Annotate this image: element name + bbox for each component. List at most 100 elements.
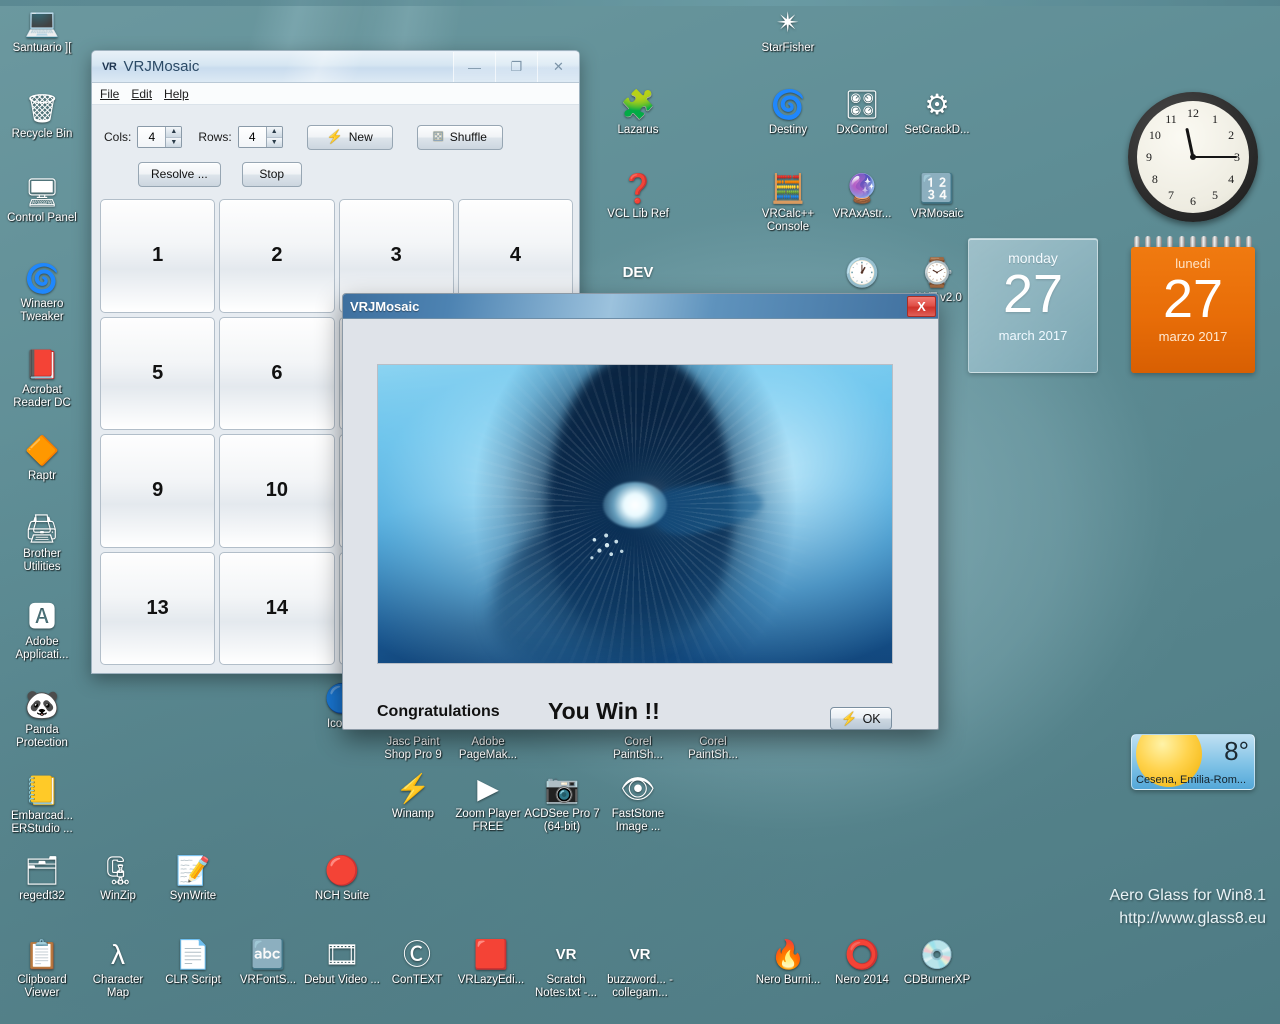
menu-item-help[interactable]: Help xyxy=(164,87,189,101)
mosaic-tile[interactable]: 6 xyxy=(219,316,335,430)
adobe-application-icon: 🅰 xyxy=(27,601,56,632)
desktop-icon-synwrite[interactable]: 📝 SynWrite xyxy=(155,854,231,903)
desktop-icon-vrmosaic[interactable]: 🔢 VRMosaic xyxy=(899,172,975,221)
ok-button[interactable]: ⚡ OK xyxy=(830,707,892,730)
clock-numeral: 5 xyxy=(1212,188,1218,203)
desktop-icon-clipboard-viewer[interactable]: 📋 Clipboard Viewer xyxy=(4,938,80,1000)
desktop-icon-dxcontrol[interactable]: 🎛 DxControl xyxy=(824,88,900,137)
desktop-icon-acrobat-reader-dc[interactable]: 📕 Acrobat Reader DC xyxy=(4,348,80,410)
desktop-icon-scratch-notes[interactable]: VR Scratch Notes.txt -... xyxy=(528,938,604,1000)
desktop-icon-recycle-bin[interactable]: 🗑 Recycle Bin xyxy=(4,92,80,141)
rows-increment-icon[interactable]: ▲ xyxy=(266,127,282,138)
maximize-button[interactable]: ❐ xyxy=(495,52,537,82)
rows-label: Rows: xyxy=(198,130,232,144)
winaero-tweaker-icon: 🌀 xyxy=(24,263,60,294)
desktop-icon-vrfonts[interactable]: 🔤 VRFontS... xyxy=(230,938,306,987)
desktop-icon-dev[interactable]: DEV xyxy=(600,256,676,292)
mosaic-tile[interactable]: 2 xyxy=(219,199,335,313)
rows-stepper[interactable]: 4 ▲ ▼ xyxy=(237,126,283,148)
cols-stepper[interactable]: 4 ▲ ▼ xyxy=(137,126,183,148)
desktop-icon-acdsee-pro-7[interactable]: 📷 ACDSee Pro 7 (64-bit) xyxy=(524,772,600,834)
watermark-line-1: Aero Glass for Win8.1 xyxy=(1109,887,1267,904)
desktop-icon-label: Adobe Applicati... xyxy=(15,636,69,661)
desktop-icon-brother-utilities[interactable]: 🖨 Brother Utilities xyxy=(4,512,80,574)
desktop-icon-clr-script[interactable]: 📄 CLR Script xyxy=(155,938,231,987)
desktop-icon-regedt32[interactable]: 🗂 regedt32 xyxy=(4,854,80,903)
shuffle-button[interactable]: ⚄ Shuffle xyxy=(416,124,503,150)
desktop-icon-vrlazyedit[interactable]: 🟥 VRLazyEdi... xyxy=(453,938,529,987)
desktop-icon-label: Scratch Notes.txt -... xyxy=(535,974,597,999)
menu-item-file[interactable]: File xyxy=(100,87,119,101)
resolve-button[interactable]: Resolve ... xyxy=(138,161,221,187)
desktop-icon-winzip[interactable]: 🗜 WinZip xyxy=(80,854,156,903)
mosaic-tile[interactable]: 10 xyxy=(219,434,335,548)
desktop-icon-winaero-tweaker[interactable]: 🌀 Winaero Tweaker xyxy=(4,262,80,324)
desktop-icon-buzzword-collegam[interactable]: VR buzzword... - collegam... xyxy=(602,938,678,1000)
desktop-icon-control-panel[interactable]: 🖥 Control Panel xyxy=(4,176,80,225)
desktop-icon-nero-burning[interactable]: 🔥 Nero Burni... xyxy=(750,938,826,987)
desktop-icon-debut-video[interactable]: 🎞 Debut Video ... xyxy=(304,938,380,987)
desktop-icon-panda-protection[interactable]: 🐼 Panda Protection xyxy=(4,688,80,750)
desktop-icon-destiny[interactable]: 🌀 Destiny xyxy=(750,88,826,137)
close-button[interactable]: ✕ xyxy=(537,52,579,82)
vcl-lib-ref-icon: ❓ xyxy=(620,173,656,204)
nero-2014-icon: ⭕ xyxy=(844,939,880,970)
dialog-title-bar[interactable]: VRJMosaic X xyxy=(343,294,938,319)
mosaic-tile[interactable]: 1 xyxy=(100,199,216,313)
desktop-icon-vraxastro[interactable]: 🔮 VRAxAstr... xyxy=(824,172,900,221)
desktop-icon-starfisher[interactable]: ✴ StarFisher xyxy=(750,6,826,55)
desktop-icon-label: VRMosaic xyxy=(910,208,964,220)
winamp-icon: ⚡ xyxy=(395,773,431,804)
clr-script-icon: 📄 xyxy=(175,939,211,970)
desktop-icon-label: Recycle Bin xyxy=(11,128,73,140)
mosaic-tile[interactable]: 14 xyxy=(219,551,335,665)
menu-bar[interactable]: File Edit Help xyxy=(92,83,579,105)
santuario-icon: 💻 xyxy=(24,7,60,38)
rows-value[interactable]: 4 xyxy=(238,127,266,147)
desktop-icon-setcrackd[interactable]: ⚙ SetCrackD... xyxy=(899,88,975,137)
cols-increment-icon[interactable]: ▲ xyxy=(166,127,182,138)
stop-button[interactable]: Stop xyxy=(241,161,302,187)
mosaic-tile[interactable]: 13 xyxy=(100,551,216,665)
weather-temperature: 8° xyxy=(1224,736,1249,766)
desktop-icon-cdburnerxp[interactable]: 💿 CDBurnerXP xyxy=(899,938,975,987)
win-dialog[interactable]: VRJMosaic X Congratulations You Win !! ⚡… xyxy=(342,293,939,730)
mosaic-tile[interactable]: 9 xyxy=(100,434,216,548)
cols-decrement-icon[interactable]: ▼ xyxy=(166,137,182,147)
desktop-icon-character-map[interactable]: λ Character Map xyxy=(80,938,156,1000)
new-button[interactable]: ⚡ New xyxy=(306,124,393,150)
faststone-image-icon: 👁 xyxy=(620,773,656,804)
desktop-icon-embarcadero-erstudio[interactable]: 📒 Embarcad... ERStudio ... xyxy=(4,774,80,836)
desktop-icon-nero-2014[interactable]: ⭕ Nero 2014 xyxy=(824,938,900,987)
desktop-icon-zoom-player-free[interactable]: ▶ Zoom Player FREE xyxy=(450,772,526,834)
desktop-icon-context[interactable]: Ⓒ ConTEXT xyxy=(379,938,455,987)
window-title-bar[interactable]: VR VRJMosaic — ❐ ✕ xyxy=(92,51,579,83)
control-panel-icon: 🖥 xyxy=(24,177,60,208)
desktop-icon-vcl-lib-ref[interactable]: ❓ VCL Lib Ref xyxy=(600,172,676,221)
menu-item-edit[interactable]: Edit xyxy=(131,87,152,101)
desktop-icon-nch-suite[interactable]: 🔴 NCH Suite xyxy=(304,854,380,903)
mosaic-tile[interactable]: 5 xyxy=(100,316,216,430)
rows-decrement-icon[interactable]: ▼ xyxy=(266,137,282,147)
minimize-button[interactable]: — xyxy=(453,52,495,82)
desktop-icon-winamp[interactable]: ⚡ Winamp xyxy=(375,772,451,821)
dialog-close-button[interactable]: X xyxy=(907,296,936,317)
analog-clock-gadget[interactable]: 12 1 2 3 4 5 6 7 8 9 10 11 xyxy=(1128,92,1258,222)
acdsee-pro-7-icon: 📷 xyxy=(544,773,580,804)
cols-value[interactable]: 4 xyxy=(138,127,166,147)
dice-icon: ⚄ xyxy=(432,129,444,144)
desktop-icon-label: DxControl xyxy=(836,124,888,136)
desktop-icon-clock-app[interactable]: 🕐 xyxy=(824,256,900,292)
desktop-icon-vrcalc-console[interactable]: 🧮 VRCalc++ Console xyxy=(750,172,826,234)
desktop-icon-adobe-application[interactable]: 🅰 Adobe Applicati... xyxy=(4,600,80,662)
desktop-icon-lazarus[interactable]: 🧩 Lazarus xyxy=(600,88,676,137)
weather-gadget[interactable]: 8° Cesena, Emilia-Rom... xyxy=(1131,734,1255,790)
lazarus-icon: 🧩 xyxy=(620,89,656,120)
calendar-gadget-italian[interactable]: lunedì 27 marzo 2017 xyxy=(1131,247,1255,373)
regedt32-icon: 🗂 xyxy=(24,855,60,886)
desktop-icon-santuario[interactable]: 💻 Santuario ][ xyxy=(4,6,80,55)
desktop-icon-label: Nero Burni... xyxy=(755,974,821,986)
desktop-icon-faststone-image[interactable]: 👁 FastStone Image ... xyxy=(600,772,676,834)
desktop-icon-raptr[interactable]: 🔶 Raptr xyxy=(4,434,80,483)
calendar-gadget-english[interactable]: monday 27 march 2017 xyxy=(968,238,1098,373)
